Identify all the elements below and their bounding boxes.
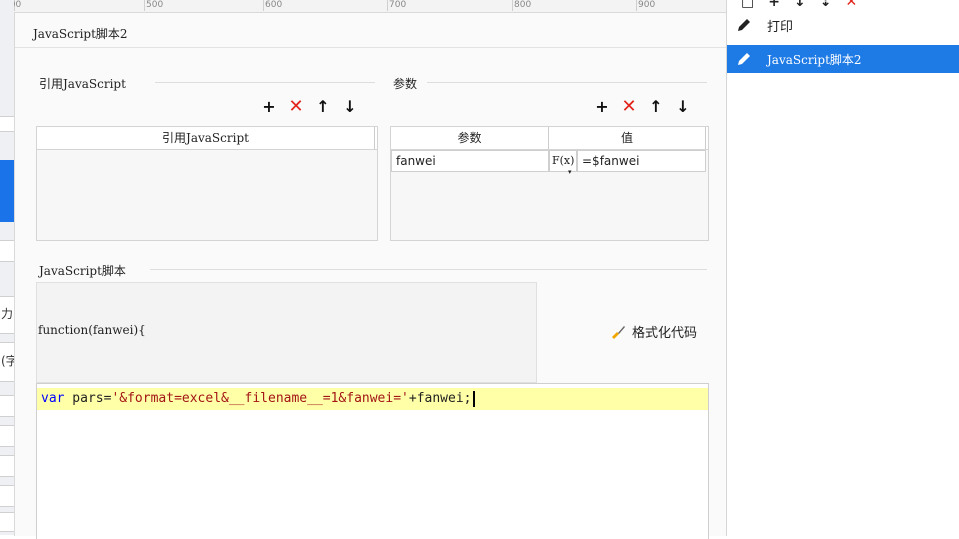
left-strip-selection — [0, 160, 14, 222]
params-section-title: 参数 — [393, 77, 418, 91]
left-strip-text: 力 — [1, 307, 14, 321]
section-divider — [155, 82, 375, 83]
edit-pencil-icon — [735, 50, 753, 68]
param-row: fanwei F(x) ▾ =$fanwei — [391, 150, 706, 176]
move-up-icon[interactable]: ↑ — [647, 97, 665, 116]
ruler-tick-line — [144, 0, 145, 11]
section-divider — [150, 269, 707, 270]
ruler-tick-line — [636, 0, 637, 11]
delete-icon[interactable]: ✕ — [845, 0, 857, 10]
add-icon[interactable]: + — [768, 0, 780, 10]
move-down-icon[interactable]: ↓ — [674, 97, 692, 116]
ruler-tick-line — [512, 0, 513, 11]
column-header-value[interactable]: 值 — [549, 127, 706, 149]
code-line[interactable]: var pars='&format=excel&__filename__=1&f… — [37, 388, 708, 410]
ruler-tick-line — [263, 0, 264, 11]
move-down-icon[interactable]: ↓ — [794, 0, 806, 10]
new-icon[interactable]: □ — [741, 0, 754, 10]
ruler-tick-label: 800 — [514, 0, 532, 10]
broom-icon — [609, 323, 627, 341]
ref-js-grid: 引用JavaScript — [36, 126, 378, 241]
ruler-tick-label: 700 — [389, 0, 407, 10]
move-up-icon[interactable]: ↑ — [314, 97, 332, 116]
script-list-item-label: 打印 — [767, 19, 794, 35]
params-grid: 参数 值 fanwei F(x) ▾ =$fanwei — [390, 126, 709, 241]
script-section-title: JavaScript脚本 — [39, 264, 126, 278]
ruler-tick-label: 400 — [14, 0, 22, 10]
param-value-cell[interactable]: =$fanwei — [577, 150, 706, 172]
text-cursor — [472, 390, 475, 407]
left-strip-row — [0, 395, 14, 417]
code-identifier: pars= — [64, 391, 112, 406]
left-strip-row — [0, 485, 14, 507]
move-down-icon[interactable]: ↓ — [341, 97, 359, 116]
add-icon[interactable]: + — [593, 97, 611, 116]
ref-js-toolbar: + ✕ ↑ ↓ — [260, 96, 359, 117]
code-keyword: var — [41, 391, 65, 406]
script-list-panel: □ + ↓ ⇣ ✕ 打印 JavaScript脚本2 — [726, 0, 959, 535]
delete-icon[interactable]: ✕ — [620, 96, 638, 117]
formula-icon[interactable]: F(x) ▾ — [549, 150, 577, 176]
ref-js-section-title: 引用JavaScript — [39, 77, 126, 91]
add-icon[interactable]: + — [260, 97, 278, 116]
params-toolbar: + ✕ ↑ ↓ — [593, 96, 692, 117]
left-background-strip: 力 (字 — [0, 0, 18, 535]
left-strip-row — [0, 455, 14, 477]
title-divider — [15, 47, 726, 48]
ruler-tick-label: 500 — [146, 0, 164, 10]
edit-pencil-icon — [735, 16, 753, 34]
left-strip-row — [0, 512, 14, 532]
dropdown-arrow-icon: ▾ — [568, 168, 572, 176]
script-list-item[interactable]: 打印 — [727, 11, 959, 39]
params-grid-header: 参数 值 — [391, 127, 708, 150]
param-name-cell[interactable]: fanwei — [391, 150, 549, 172]
ruler-tick-label: 900 — [638, 0, 656, 10]
sort-icon[interactable]: ⇣ — [820, 0, 832, 10]
ruler-tick-label: 600 — [265, 0, 283, 10]
section-divider — [427, 82, 707, 83]
code-editor[interactable]: var pars='&format=excel&__filename__=1&f… — [36, 383, 709, 539]
column-header-param[interactable]: 参数 — [391, 127, 549, 149]
right-panel-toolbar: □ + ↓ ⇣ ✕ — [741, 0, 857, 10]
delete-icon[interactable]: ✕ — [287, 96, 305, 117]
left-strip-row — [0, 425, 14, 447]
code-rest: +fanwei; — [408, 391, 472, 406]
script-list-item-selected[interactable]: JavaScript脚本2 — [727, 45, 959, 73]
dialog-title: JavaScript脚本2 — [33, 27, 128, 41]
code-string: '&format=excel&__filename__=1&fanwei=' — [111, 391, 409, 406]
format-code-label: 格式化代码 — [632, 326, 698, 341]
ref-js-grid-header: 引用JavaScript — [37, 127, 377, 150]
left-strip-row — [0, 240, 14, 262]
format-code-button[interactable]: 格式化代码 — [609, 322, 697, 341]
ruler-tick-line — [387, 0, 388, 11]
script-list-item-label: JavaScript脚本2 — [767, 52, 862, 67]
left-strip-row — [0, 116, 14, 132]
column-header-ref-js[interactable]: 引用JavaScript — [37, 127, 375, 149]
javascript-dialog: JavaScript脚本2 引用JavaScript + ✕ ↑ ↓ 引用Jav… — [14, 12, 727, 539]
function-signature: function(fanwei){ — [38, 323, 146, 337]
